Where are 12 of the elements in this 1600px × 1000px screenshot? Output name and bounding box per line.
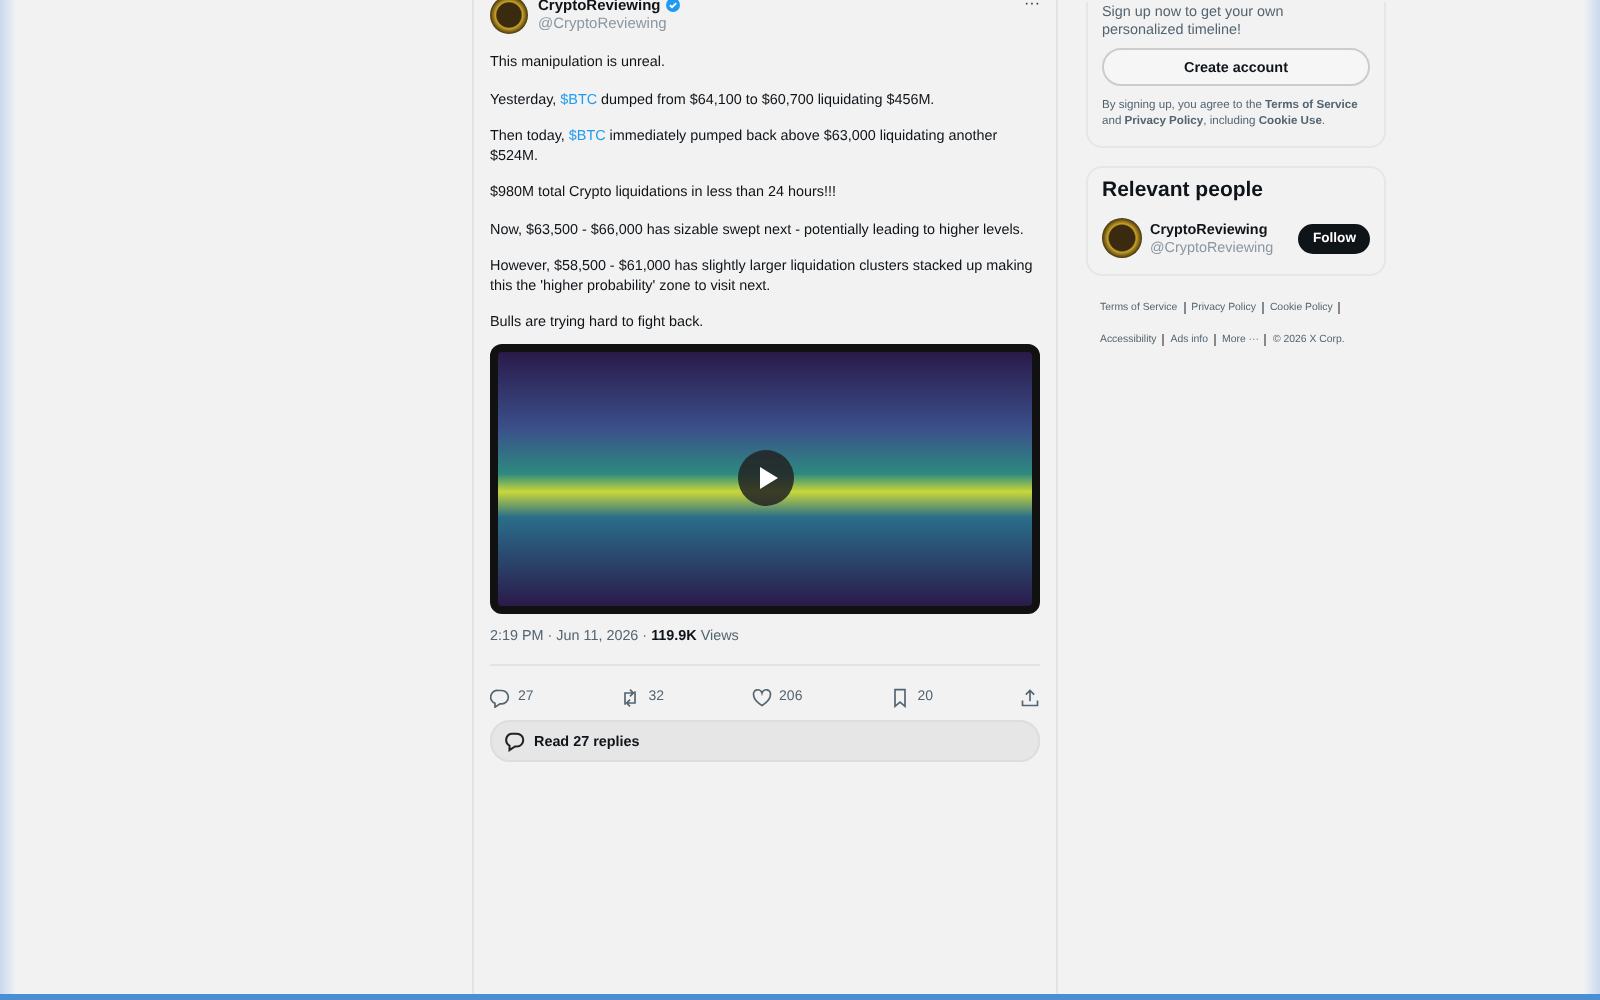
- heart-icon[interactable]: [751, 687, 772, 707]
- bookmark-icon[interactable]: [889, 687, 910, 707]
- speech-bubbles-icon: [504, 729, 526, 751]
- avatar[interactable]: [490, 0, 528, 34]
- share-icon[interactable]: [1019, 687, 1040, 707]
- speech-bubble-icon[interactable]: [490, 687, 510, 707]
- repost-icon[interactable]: [620, 687, 641, 707]
- play-icon[interactable]: [737, 450, 793, 506]
- video-frame-placeholder[interactable]: [490, 343, 1040, 613]
- more-button[interactable]: ···: [1024, 0, 1040, 12]
- section-title: Relevant people: [1102, 178, 1266, 202]
- avatar[interactable]: [1102, 218, 1142, 258]
